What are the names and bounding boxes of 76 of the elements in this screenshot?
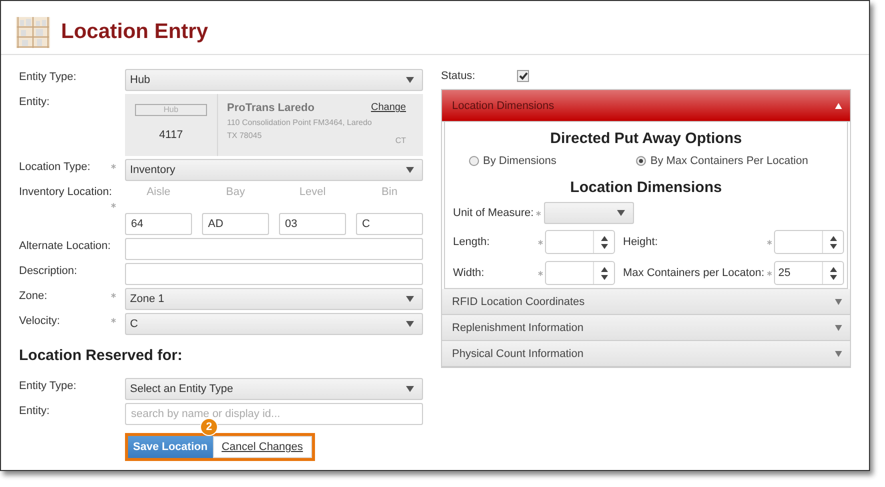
field-label: Unit of Measure: <box>453 207 534 219</box>
dropdown[interactable]: Inventory <box>125 159 423 181</box>
up-arrow-icon <box>830 236 837 240</box>
dropdown[interactable]: C <box>125 313 423 335</box>
number-field[interactable] <box>545 261 615 285</box>
section-heading: Directed Put Away Options <box>549 130 743 147</box>
down-arrow-icon <box>600 274 608 280</box>
section-heading: Location Reserved for: <box>19 347 184 364</box>
field-label: Description: <box>19 264 78 279</box>
field-label: Zone: <box>19 289 48 304</box>
entity-type-tag: Hub <box>135 104 207 116</box>
field-label: Length: <box>453 236 491 248</box>
input-field[interactable]: C <box>356 213 423 235</box>
caret-icon <box>406 77 414 83</box>
column-header: Level <box>298 185 327 198</box>
field-label: Alternate Location: <box>19 239 111 254</box>
caret-icon <box>835 298 842 304</box>
radio-label: By Max Containers Per Location <box>650 155 808 167</box>
field-label: Max Containers per Locaton: <box>623 267 764 279</box>
field-label: Status: <box>441 70 476 82</box>
input-field[interactable]: 64 <box>125 213 192 235</box>
input-field[interactable] <box>125 263 423 285</box>
up-arrow-icon <box>600 266 608 272</box>
accordion-header[interactable]: RFID Location Coordinates <box>442 289 850 315</box>
accordion-header[interactable]: Replenishment Information <box>442 315 850 341</box>
down-arrow-icon <box>830 244 837 248</box>
caret-icon <box>835 350 842 356</box>
dropdown[interactable]: Select an Entity Type <box>125 378 423 400</box>
down-arrow-icon <box>600 244 608 248</box>
dropdown[interactable]: Zone 1 <box>125 288 423 310</box>
caret-icon <box>616 210 625 216</box>
field-label: Entity Type: <box>19 70 78 85</box>
field-label: Width: <box>453 267 486 279</box>
radio-label: By Dimensions <box>483 155 556 167</box>
field-label: Inventory Location: <box>19 185 111 200</box>
change-link[interactable]: Change <box>370 102 406 114</box>
save-button[interactable]: Save Location <box>128 436 213 458</box>
caret-icon <box>835 102 842 108</box>
input-field[interactable] <box>125 238 423 260</box>
up-arrow-icon <box>600 236 608 240</box>
entity-name: ProTrans Laredo <box>227 102 314 114</box>
accordion-header[interactable]: Physical Count Information <box>442 341 850 367</box>
page-title: Location Entry <box>61 20 208 44</box>
caret-icon <box>406 296 414 302</box>
column-header: Aisle <box>146 185 172 198</box>
cancel-button[interactable]: Cancel Changes <box>212 436 312 458</box>
field-label: Velocity: <box>19 314 61 329</box>
down-arrow-icon <box>830 274 837 280</box>
input-field[interactable]: AD <box>202 213 269 235</box>
caret-icon <box>835 324 842 330</box>
field-label: Entity Type: <box>19 379 78 394</box>
entity-address: 110 Consolidation Point FM3464, Laredo <box>227 118 373 127</box>
shelving-icon <box>15 14 51 48</box>
entity-city: TX 78045 <box>227 131 263 140</box>
step-badge: 2 <box>200 418 218 436</box>
radio-button[interactable] <box>469 156 479 166</box>
caret-icon <box>406 167 414 173</box>
up-arrow-icon <box>830 266 837 272</box>
checkbox[interactable] <box>517 70 529 82</box>
number-field[interactable] <box>545 230 615 254</box>
radio-button[interactable] <box>636 156 646 166</box>
number-field[interactable]: 25 <box>774 261 844 285</box>
caret-icon <box>406 386 414 392</box>
dropdown[interactable]: Hub <box>125 69 423 91</box>
field-label: Height: <box>623 236 659 248</box>
section-heading: Location Dimensions <box>569 179 723 196</box>
column-header: Bin <box>380 185 398 198</box>
number-field[interactable] <box>774 230 844 254</box>
entity-code: CT <box>395 136 406 145</box>
column-header: Bay <box>225 185 246 198</box>
caret-icon <box>406 321 414 327</box>
field-label: Location Type: <box>19 160 92 175</box>
input-field[interactable]: 03 <box>279 213 346 235</box>
entity-id: 4117 <box>159 129 183 141</box>
field-label: Entity: <box>19 404 51 419</box>
field-label: Entity: <box>19 95 51 110</box>
